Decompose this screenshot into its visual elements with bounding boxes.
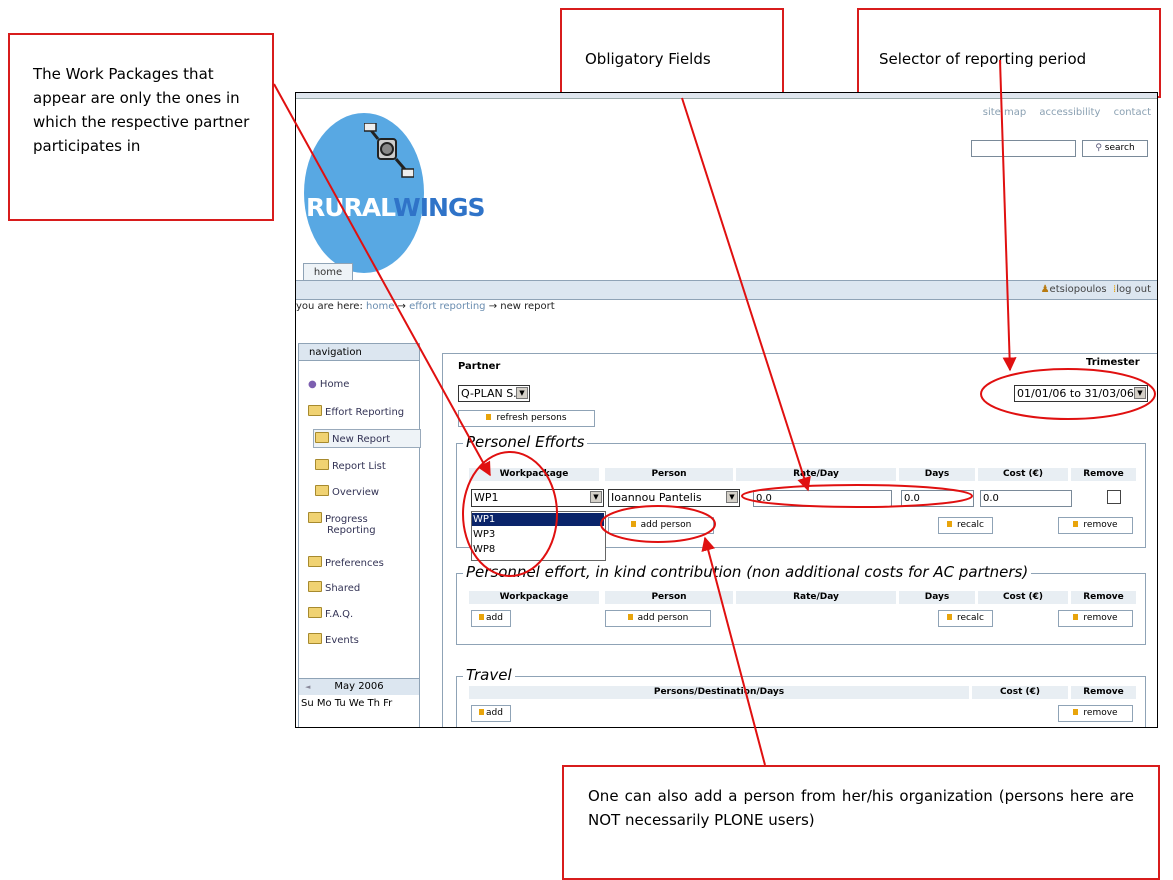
arrow-selector xyxy=(999,59,1017,372)
highlight-workpackage-ellipse xyxy=(462,451,558,577)
highlight-add-person-ellipse xyxy=(600,505,716,543)
highlight-trimester-ellipse xyxy=(980,368,1156,420)
highlight-obligatory-ellipse xyxy=(741,484,973,508)
arrow-work-packages xyxy=(273,83,491,477)
arrow-obligatory xyxy=(681,97,811,492)
arrow-add-person xyxy=(701,536,766,766)
annotation-overlay xyxy=(273,59,1156,766)
